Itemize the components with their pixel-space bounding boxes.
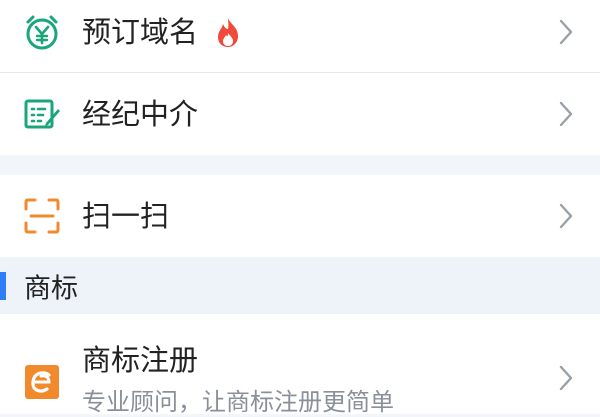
chevron-right-icon bbox=[558, 202, 574, 230]
chevron-right-icon bbox=[558, 364, 574, 392]
section-title: 商标 bbox=[24, 273, 78, 305]
chevron-right-icon bbox=[558, 18, 574, 46]
menu-item-scan[interactable]: 扫一扫 bbox=[0, 175, 600, 257]
scan-icon bbox=[22, 196, 62, 236]
menu-item-label: 商标注册 bbox=[82, 343, 199, 377]
menu-item-label: 经纪中介 bbox=[82, 97, 199, 131]
chevron-right-icon bbox=[558, 100, 574, 128]
menu-item-label: 预订域名 bbox=[82, 15, 199, 49]
section-header-trademark: 商标 bbox=[0, 258, 600, 314]
section-accent-bar bbox=[0, 272, 6, 300]
menu-item-broker[interactable]: 经纪中介 bbox=[0, 73, 600, 155]
fire-icon bbox=[214, 16, 242, 48]
edit-list-icon bbox=[22, 94, 62, 134]
menu-item-reserve-domain[interactable]: 预订域名 bbox=[0, 0, 600, 72]
trademark-e-icon bbox=[22, 362, 62, 402]
menu-item-label: 扫一扫 bbox=[82, 199, 170, 233]
yen-alarm-icon bbox=[22, 12, 62, 52]
